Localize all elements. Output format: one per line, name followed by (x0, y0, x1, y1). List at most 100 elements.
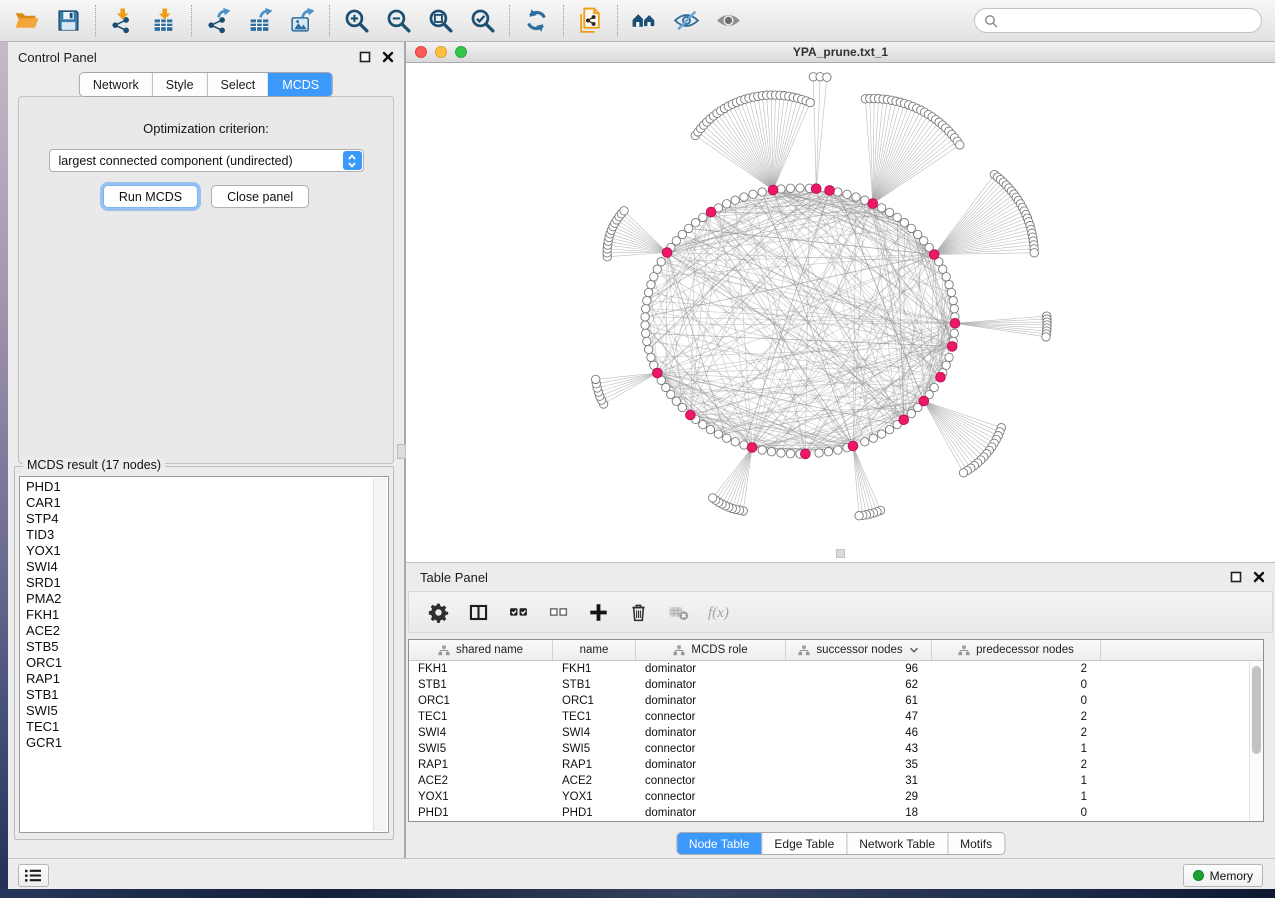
graph-node[interactable] (678, 230, 686, 238)
graph-hub-node[interactable] (848, 441, 858, 451)
settings-button[interactable] (426, 600, 450, 624)
show-all-button[interactable] (714, 6, 743, 35)
graph-node[interactable] (685, 224, 693, 232)
graph-node[interactable] (834, 446, 842, 454)
graph-node[interactable] (642, 305, 650, 313)
close-table-panel-icon[interactable] (1252, 570, 1265, 583)
graph-node[interactable] (723, 200, 731, 208)
search-input[interactable] (1004, 13, 1252, 29)
graph-node[interactable] (777, 449, 785, 457)
table-row[interactable]: STB1STB1dominator620 (409, 677, 1249, 693)
graph-node[interactable] (945, 280, 953, 288)
graph-hub-node[interactable] (706, 207, 716, 217)
graph-hub-node[interactable] (662, 248, 672, 258)
graph-hub-node[interactable] (686, 410, 696, 420)
graph-node[interactable] (885, 208, 893, 216)
mcds-result-item[interactable]: SWI5 (20, 703, 374, 719)
task-history-button[interactable] (18, 864, 49, 887)
graph-node[interactable] (956, 141, 964, 149)
mcds-result-item[interactable]: SRD1 (20, 575, 374, 591)
graph-node[interactable] (644, 345, 652, 353)
graph-node[interactable] (823, 73, 831, 81)
graph-hub-node[interactable] (950, 319, 960, 329)
mcds-result-item[interactable]: SWI4 (20, 559, 374, 575)
graph-node[interactable] (647, 280, 655, 288)
mcds-result-item[interactable]: TID3 (20, 527, 374, 543)
graph-node[interactable] (815, 449, 823, 457)
graph-node[interactable] (877, 430, 885, 438)
graph-hub-node[interactable] (825, 186, 835, 196)
graph-node[interactable] (699, 420, 707, 428)
float-table-panel-icon[interactable] (1229, 570, 1242, 583)
graph-node[interactable] (767, 448, 775, 456)
float-panel-icon[interactable] (358, 50, 371, 63)
graph-node[interactable] (699, 213, 707, 221)
zoom-out-button[interactable] (384, 6, 413, 35)
close-panel-button[interactable]: Close panel (211, 185, 309, 208)
graph-node[interactable] (907, 409, 915, 417)
graph-hub-node[interactable] (801, 449, 811, 459)
graph-node[interactable] (709, 494, 717, 502)
mcds-result-item[interactable]: STP4 (20, 511, 374, 527)
network-canvas[interactable] (406, 63, 1275, 562)
graph-hub-node[interactable] (899, 415, 909, 425)
graph-node[interactable] (855, 512, 863, 520)
export-table-button[interactable] (246, 6, 275, 35)
save-button[interactable] (54, 6, 83, 35)
graph-node[interactable] (877, 204, 885, 212)
tab-style[interactable]: Style (152, 73, 207, 96)
mcds-result-item[interactable]: CAR1 (20, 495, 374, 511)
mcds-result-item[interactable]: GCR1 (20, 735, 374, 751)
zoom-fit-button[interactable] (426, 6, 455, 35)
tab-mcds[interactable]: MCDS (268, 73, 332, 96)
graph-node[interactable] (653, 265, 661, 273)
graph-node[interactable] (731, 438, 739, 446)
open-button[interactable] (12, 6, 41, 35)
graph-hub-node[interactable] (919, 396, 929, 406)
graph-node[interactable] (861, 438, 869, 446)
graph-node[interactable] (907, 224, 915, 232)
graph-node[interactable] (642, 329, 650, 337)
mcds-result-item[interactable]: PHD1 (20, 479, 374, 495)
graph-node[interactable] (786, 184, 794, 192)
graph-node[interactable] (643, 296, 651, 304)
graph-node[interactable] (740, 193, 748, 201)
zoom-in-button[interactable] (342, 6, 371, 35)
graph-node[interactable] (959, 469, 967, 477)
graph-hub-node[interactable] (929, 250, 939, 260)
table-row[interactable]: PHD1PHD1dominator180 (409, 805, 1249, 821)
new-network-from-selection-button[interactable] (576, 6, 605, 35)
column-header-successor-nodes[interactable]: successor nodes (786, 640, 932, 660)
table-row[interactable]: FKH1FKH1dominator962 (409, 661, 1249, 677)
table-row[interactable]: RAP1RAP1dominator352 (409, 757, 1249, 773)
mcds-result-item[interactable]: STB1 (20, 687, 374, 703)
graph-node[interactable] (723, 434, 731, 442)
graph-node[interactable] (786, 450, 794, 458)
select-all-button[interactable] (506, 600, 530, 624)
table-row[interactable]: TEC1TEC1connector472 (409, 709, 1249, 725)
export-image-button[interactable] (288, 6, 317, 35)
graph-node[interactable] (641, 313, 649, 321)
tab-node-table[interactable]: Node Table (677, 833, 762, 854)
column-header-MCDS-role[interactable]: MCDS role (636, 640, 786, 660)
graph-node[interactable] (758, 188, 766, 196)
graph-hub-node[interactable] (947, 342, 957, 352)
graph-hub-node[interactable] (811, 184, 821, 194)
graph-hub-node[interactable] (936, 372, 946, 382)
graph-node[interactable] (706, 425, 714, 433)
graph-hub-node[interactable] (768, 185, 778, 195)
mcds-result-item[interactable]: TEC1 (20, 719, 374, 735)
tab-edge-table[interactable]: Edge Table (761, 833, 846, 854)
column-header-predecessor-nodes[interactable]: predecessor nodes (932, 640, 1101, 660)
table-row[interactable]: ORC1ORC1dominator610 (409, 693, 1249, 709)
table-scrollbar-thumb[interactable] (1252, 666, 1261, 754)
mcds-result-item[interactable]: YOX1 (20, 543, 374, 559)
graph-node[interactable] (691, 219, 699, 227)
graph-node[interactable] (947, 288, 955, 296)
table-row[interactable]: YOX1YOX1connector291 (409, 789, 1249, 805)
graph-node[interactable] (950, 305, 958, 313)
network-graph[interactable] (406, 63, 1275, 562)
graph-node[interactable] (893, 213, 901, 221)
graph-hub-node[interactable] (868, 199, 878, 209)
graph-node[interactable] (869, 434, 877, 442)
